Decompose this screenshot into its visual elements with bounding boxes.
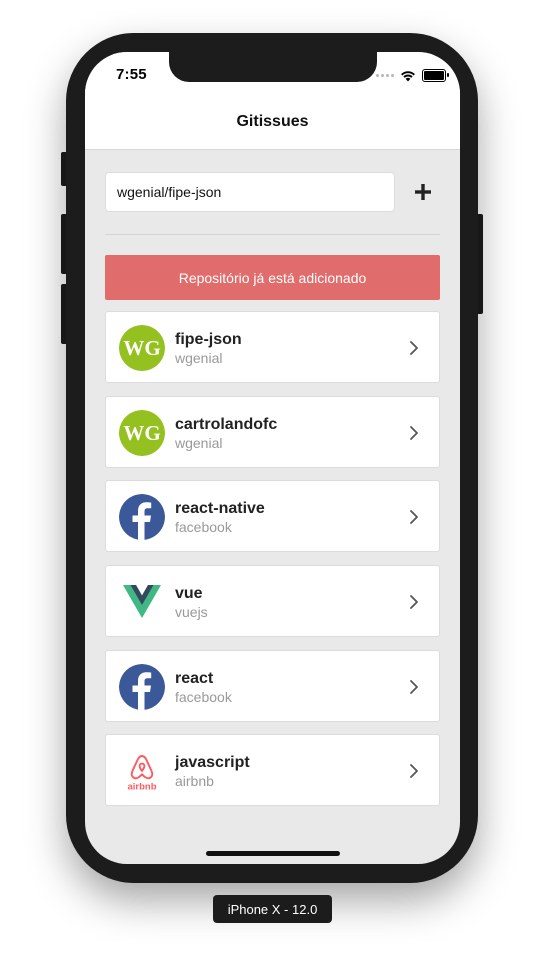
repository-list: WG fipe-json wgenial WG cartrolandofc wg…: [105, 311, 440, 819]
battery-icon: [422, 69, 449, 82]
facebook-logo-icon: [119, 494, 165, 541]
navigation-bar: Gitissues: [85, 96, 460, 150]
wg-logo-icon: WG: [119, 409, 165, 456]
svg-text:WG: WG: [123, 421, 160, 445]
chevron-right-icon: [410, 341, 418, 355]
repository-item[interactable]: react facebook: [105, 649, 440, 722]
repository-owner: facebook: [175, 519, 232, 536]
notch: [169, 52, 377, 82]
airbnb-logo-icon: airbnb: [119, 748, 165, 794]
repository-item[interactable]: vue vuejs: [105, 565, 440, 638]
repository-name: javascript: [175, 754, 250, 772]
chevron-right-icon: [410, 510, 418, 525]
add-repository-form: [105, 172, 440, 212]
simulator-stage: 7:55 Gitissues wgenial/fipe-json Reposit…: [0, 0, 545, 964]
repository-name: fipe-json: [175, 331, 242, 348]
repository-owner: facebook: [175, 688, 232, 705]
repository-name: react: [175, 669, 214, 687]
repository-input[interactable]: [105, 172, 395, 212]
status-time: 7:55: [116, 66, 147, 83]
wifi-icon: [401, 70, 415, 81]
vue-logo-icon: [119, 579, 165, 625]
repository-owner: vuejs: [175, 604, 208, 621]
repository-name: vue: [175, 585, 203, 603]
device-label: iPhone X - 12.0: [213, 895, 332, 923]
chevron-right-icon: [410, 679, 418, 694]
repository-name: cartrolandofc: [175, 415, 278, 433]
airbnb-wordmark: airbnb: [127, 782, 156, 793]
svg-text:WG: WG: [123, 336, 160, 360]
chevron-right-icon: [410, 425, 418, 440]
repository-item[interactable]: WG fipe-json wgenial: [105, 311, 440, 383]
repository-owner: wgenial: [175, 434, 223, 451]
status-icons: [376, 69, 449, 82]
repository-owner: airbnb: [175, 773, 214, 790]
repository-item[interactable]: airbnb javascript airbnb: [105, 734, 440, 807]
repository-item[interactable]: react-native facebook: [105, 480, 440, 553]
page-title: Gitissues: [236, 113, 309, 130]
cellular-signal-icon: [376, 74, 394, 77]
facebook-logo-icon: [119, 663, 165, 710]
phone-screen: 7:55 Gitissues wgenial/fipe-json Reposit…: [85, 52, 460, 864]
repository-owner: wgenial: [175, 350, 223, 366]
add-repository-button[interactable]: [405, 172, 440, 212]
form-divider: [105, 234, 440, 235]
error-banner: Repositório já está adicionado: [105, 255, 440, 300]
chevron-right-icon: [410, 764, 418, 779]
repository-name: react-native: [175, 500, 265, 518]
plus-icon: [414, 184, 431, 200]
home-indicator[interactable]: [206, 851, 340, 856]
wg-logo-icon: WG: [119, 325, 165, 371]
repository-item[interactable]: WG cartrolandofc wgenial: [105, 395, 440, 468]
chevron-right-icon: [410, 595, 418, 609]
